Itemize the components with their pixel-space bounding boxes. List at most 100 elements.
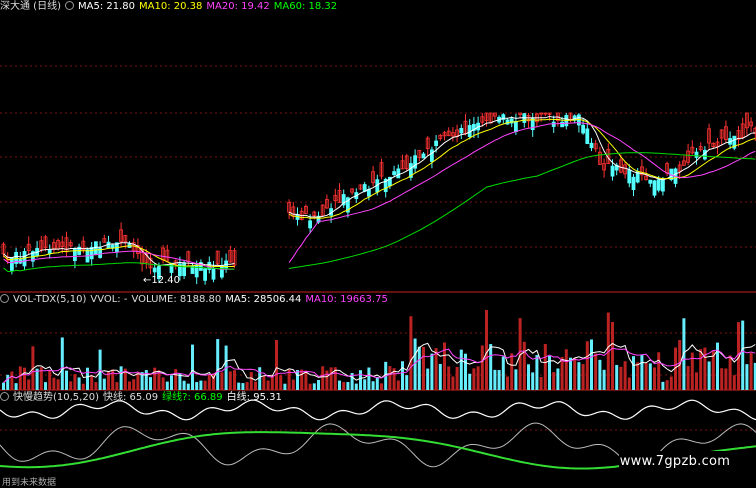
volume-bar [254,381,257,390]
volume-bar [128,381,131,390]
volume-bar [203,380,207,390]
footer-note: 用到未来数据 [2,478,57,488]
vol-ma10-label: MA10: 19663.75 [305,294,388,305]
volume-label: VOLUME: 8188.80 [131,294,222,305]
candle-body [194,264,199,278]
volume-bar [480,345,484,390]
candle-body [211,268,216,280]
volume-bar [623,361,627,390]
candle-body [589,142,594,149]
volume-bar [451,376,455,390]
volume-bar [23,367,26,390]
candle-body [661,178,665,192]
candle-body [219,265,224,278]
volume-bar [611,322,614,390]
volume-bar [153,367,157,390]
settings-circle-icon[interactable] [0,392,9,401]
volume-bar [359,370,362,390]
candle-body [429,149,434,162]
volume-bar [18,366,22,390]
volume-bar [207,374,211,390]
volume-bar [237,382,241,390]
low-price-annotation: ←12.40 [143,275,180,286]
candle-body [585,128,590,144]
volume-bar [657,352,661,390]
volume-bar [14,383,18,390]
volume-bar [619,366,623,390]
volume-bar [556,368,560,390]
volume-bar [644,363,648,390]
volume-bar [640,355,644,390]
volume-bar [371,381,375,390]
volume-bar [728,355,732,390]
ma20-label: MA20: 19.42 [206,1,270,12]
volume-bar [266,380,270,390]
volume-bar [665,380,669,390]
volume-bar [329,367,333,390]
volume-bar [527,364,530,390]
volume-bar [77,377,81,390]
volume-bar [476,366,480,390]
volume-bar [86,367,89,390]
volume-bar [489,344,493,390]
volume-bar [195,382,199,390]
volume-bar [275,340,278,390]
volume-bar [338,380,341,390]
candle-body [421,153,426,159]
candle-body [652,180,657,196]
volume-bar [216,339,220,390]
volume-bar [485,310,488,390]
volume-bar [170,375,173,390]
volume-bar [228,371,232,390]
volume-bar [48,370,52,390]
volume-bar [52,377,56,390]
volume-bar [552,372,556,390]
volume-bar [262,375,266,390]
volume-bar [342,382,346,390]
volume-bar [81,383,85,390]
ind-title: 快慢趋势(10,5,20) [13,392,99,403]
volume-bar [401,361,404,390]
volume-bar [94,382,98,390]
settings-circle-icon[interactable] [64,1,74,10]
candle-body [94,241,98,256]
volume-bar [636,362,640,390]
volume-bar [594,353,598,390]
candle-body [308,220,313,229]
volume-bar [669,376,673,390]
volume-bar [455,366,459,390]
volume-bar [132,379,136,390]
fast-line-label: 快线: 65.09 [102,392,159,403]
volume-bar [325,370,329,390]
volume-bar [522,341,526,390]
volume-bar [191,344,194,390]
candle-body [434,140,439,147]
volume-bar [539,376,543,390]
volume-bar [598,359,602,390]
volume-bar [501,356,505,390]
ma5-label: MA5: 21.80 [77,1,135,12]
volume-bar [279,375,283,390]
volume-bar [569,357,572,390]
stock-title: 深大通 (日线) [0,1,61,12]
settings-circle-icon[interactable] [0,294,9,303]
volume-bar [405,375,409,390]
volume-bar [707,361,711,390]
candle-body [648,179,653,184]
volume-bar [317,380,320,390]
volume-bar [35,368,39,390]
volume-bar [493,369,497,390]
volume-bar [363,379,367,390]
volume-bar [161,377,165,390]
volume-bar [653,367,656,390]
volume-bar [741,320,745,390]
candle-body [366,189,371,197]
volume-bar [65,370,68,390]
volume-bar [119,366,123,390]
volume-bar [283,383,287,390]
candle-body [694,151,699,158]
volume-bar [581,364,585,390]
volume-bar [199,380,203,390]
volume-bar [573,357,577,390]
volume-bar [585,341,589,390]
